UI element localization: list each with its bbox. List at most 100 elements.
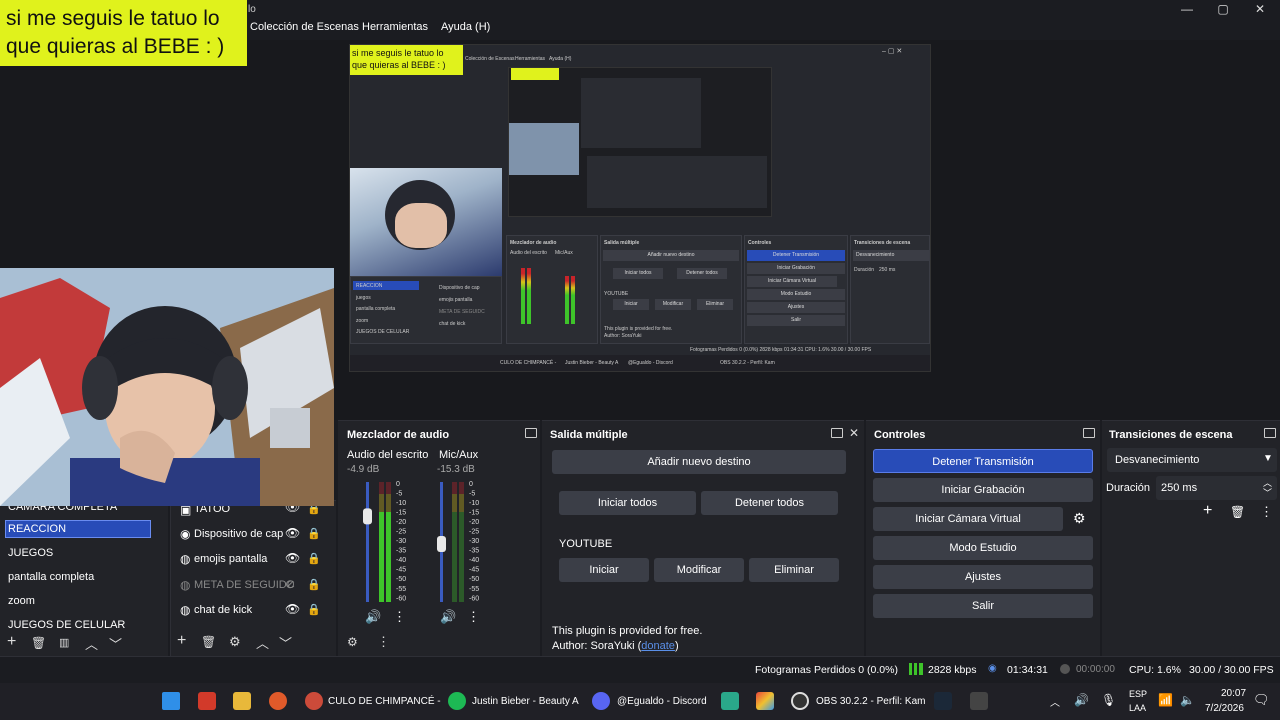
source-item[interactable]: Dispositivo de cap <box>194 528 283 540</box>
filter-scene-icon[interactable]: ▥ <box>59 636 69 649</box>
transition-select[interactable]: Desvanecimiento ▼ <box>1107 448 1277 472</box>
stepper-down-icon[interactable]: ﹀ <box>1263 486 1272 499</box>
mixer-settings-icon[interactable]: ⚙ <box>347 635 358 649</box>
meter-scale-label: -10 <box>469 500 479 507</box>
add-source-icon[interactable]: + <box>177 632 186 650</box>
chevron-up-icon[interactable]: ︿ <box>1050 694 1060 709</box>
meter-bar <box>452 512 457 602</box>
remove-scene-icon[interactable]: 🗑 <box>31 636 46 650</box>
speaker-icon[interactable]: 🔈 <box>1180 693 1195 707</box>
discord-icon[interactable] <box>592 692 610 710</box>
speaker-icon[interactable]: 🔊 <box>365 609 381 625</box>
kebab-icon[interactable]: ⋮ <box>393 609 406 625</box>
clock-date[interactable]: 7/2/2026 <box>1205 703 1244 714</box>
maximize-button[interactable]: ▢ <box>1213 2 1233 18</box>
folder-icon[interactable] <box>233 692 251 710</box>
record-time: 00:00:00 <box>1076 664 1115 675</box>
virtual-camera-button[interactable]: Iniciar Cámara Virtual <box>873 507 1063 531</box>
start-button[interactable]: Iniciar <box>559 558 649 582</box>
app-icon[interactable] <box>198 692 216 710</box>
minimize-button[interactable]: — <box>1177 2 1197 18</box>
gear-icon[interactable]: ⚙ <box>1073 510 1086 527</box>
donate-link[interactable]: donate <box>641 640 675 652</box>
clock-time[interactable]: 20:07 <box>1221 688 1246 699</box>
studio-mode-button[interactable]: Modo Estudio <box>873 536 1093 560</box>
scene-item-selected[interactable]: REACCION <box>8 523 66 535</box>
add-scene-icon[interactable]: + <box>7 633 16 651</box>
nested-menu-scenes: Colección de Escenas <box>465 56 515 62</box>
delete-button[interactable]: Eliminar <box>749 558 839 582</box>
taskbar-app-label[interactable]: Justin Bieber - Beauty A <box>472 696 579 707</box>
speaker-icon[interactable]: 🔊 <box>440 609 456 625</box>
multi-output-dock: Salida múltiple ✕ Añadir nuevo destino I… <box>542 420 864 656</box>
meter-scale-label: -45 <box>469 567 479 574</box>
app-icon[interactable] <box>756 692 774 710</box>
notification-icon[interactable]: 🗨 <box>1253 692 1270 708</box>
undock-icon[interactable] <box>831 428 843 438</box>
stop-all-button[interactable]: Detener todos <box>701 491 838 515</box>
lock-icon[interactable]: 🔒 <box>307 527 321 540</box>
menu-scene-collection[interactable]: Colección de Escenas <box>250 21 359 33</box>
source-item-hidden[interactable]: META DE SEGUIDC <box>194 579 295 591</box>
eye-icon[interactable]: 👁 <box>285 551 300 565</box>
volume-icon[interactable]: 🔊 <box>1074 693 1089 707</box>
lang-code[interactable]: ESP <box>1129 689 1147 699</box>
plugin-text: This plugin is provided for free. <box>552 625 703 637</box>
undock-icon[interactable] <box>1264 428 1276 438</box>
close-button[interactable]: ✕ <box>1250 2 1270 18</box>
meter-scale-label: -50 <box>396 576 406 583</box>
menu-help[interactable]: Ayuda (H) <box>441 21 490 33</box>
gear-icon[interactable]: ⚙ <box>229 634 241 650</box>
lock-icon[interactable]: 🔒 <box>307 603 321 616</box>
start-all-button[interactable]: Iniciar todos <box>559 491 696 515</box>
modify-button[interactable]: Modificar <box>654 558 744 582</box>
mixer-menu-icon[interactable]: ⋮ <box>377 634 390 650</box>
close-icon[interactable]: ✕ <box>849 426 859 440</box>
source-item[interactable]: chat de kick <box>194 604 252 616</box>
menu-tools[interactable]: Herramientas <box>362 21 428 33</box>
wifi-icon[interactable]: 📶 <box>1158 693 1173 707</box>
meter-scale-label: -55 <box>396 586 406 593</box>
exit-button[interactable]: Salir <box>873 594 1093 618</box>
taskbar-app-label[interactable]: @Egualdo - Discord <box>617 696 707 707</box>
spotify-icon[interactable] <box>448 692 466 710</box>
app-icon[interactable] <box>721 692 739 710</box>
brave-icon[interactable] <box>305 692 323 710</box>
undock-icon[interactable] <box>1083 428 1095 438</box>
settings-button[interactable]: Ajustes <box>873 565 1093 589</box>
microphone-icon[interactable]: 🎙 <box>1101 693 1116 707</box>
kebab-icon[interactable]: ⋮ <box>467 609 480 625</box>
scene-item[interactable]: pantalla completa <box>8 571 94 583</box>
eye-icon[interactable]: 👁 <box>285 526 300 540</box>
taskbar-app-label[interactable]: CULO DE CHIMPANCÉ - <box>328 696 441 707</box>
remove-source-icon[interactable]: 🗑 <box>201 635 216 649</box>
lock-icon[interactable]: 🔒 <box>307 552 321 565</box>
eye-hidden-icon[interactable]: ⊘ <box>285 577 295 591</box>
move-up-icon[interactable]: ︿ <box>256 633 269 652</box>
add-transition-icon[interactable]: + <box>1203 502 1212 520</box>
fps: 30.00 / 30.00 FPS <box>1189 664 1274 676</box>
undock-icon[interactable] <box>525 428 537 438</box>
add-destination-button[interactable]: Añadir nuevo destino <box>552 450 846 474</box>
browser-icon[interactable] <box>269 692 287 710</box>
start-record-button[interactable]: Iniciar Grabación <box>873 478 1093 502</box>
app-icon[interactable] <box>970 692 988 710</box>
windows-start-icon[interactable] <box>162 692 180 710</box>
lock-icon[interactable]: 🔒 <box>307 578 321 591</box>
kebab-icon[interactable]: ⋮ <box>1260 504 1273 520</box>
steam-icon[interactable] <box>934 692 952 710</box>
move-up-icon[interactable]: ︿ <box>85 634 98 653</box>
move-down-icon[interactable]: ﹀ <box>109 634 122 653</box>
scene-item[interactable]: JUEGOS DE CELULAR <box>8 619 125 631</box>
eye-icon[interactable]: 👁 <box>285 602 300 616</box>
lang-layout[interactable]: LAA <box>1129 703 1146 713</box>
taskbar-app-label[interactable]: OBS 30.2.2 - Perfil: Kam <box>816 696 926 707</box>
source-item[interactable]: emojis pantalla <box>194 553 267 565</box>
remove-transition-icon[interactable]: 🗑 <box>1230 505 1245 519</box>
move-down-icon[interactable]: ﹀ <box>279 633 292 652</box>
scene-item[interactable]: zoom <box>8 595 35 607</box>
stop-stream-button[interactable]: Detener Transmisión <box>873 449 1093 473</box>
duration-input[interactable]: 250 ms ︿ ﹀ <box>1156 476 1277 500</box>
obs-icon[interactable] <box>791 692 809 710</box>
scene-item[interactable]: JUEGOS <box>8 547 53 559</box>
